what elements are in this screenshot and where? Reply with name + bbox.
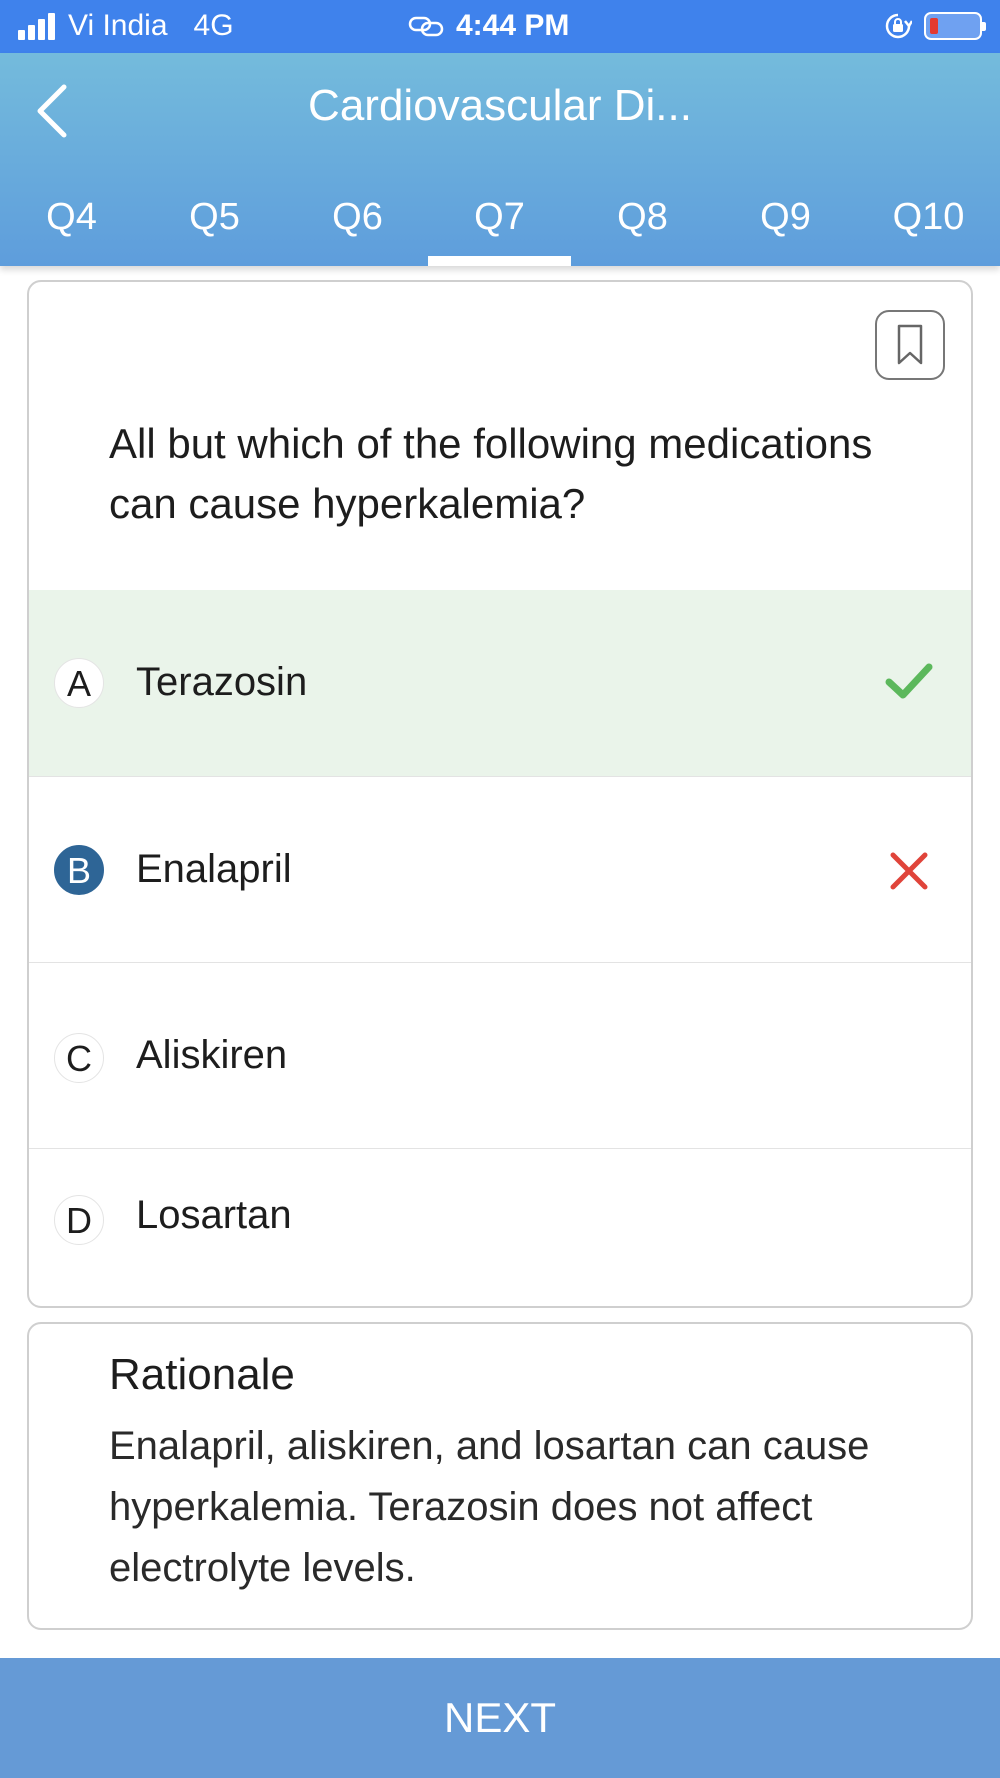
question-tabs: Q4 Q5 Q6 Q7 Q8 Q9 Q10 bbox=[0, 173, 1000, 266]
bookmark-button[interactable] bbox=[875, 310, 945, 380]
tab-label: Q5 bbox=[189, 196, 240, 238]
tab-label: Q6 bbox=[332, 196, 383, 238]
battery-icon bbox=[924, 12, 986, 40]
tab-label: Q9 bbox=[760, 196, 811, 238]
option-label: Terazosin bbox=[136, 660, 308, 704]
tab-label: Q10 bbox=[892, 196, 965, 238]
option-label: Losartan bbox=[136, 1193, 292, 1237]
tab-q9[interactable]: Q9 bbox=[714, 173, 857, 266]
option-b[interactable]: B Enalapril bbox=[29, 776, 971, 962]
network-type: 4G bbox=[193, 9, 234, 42]
tab-q7[interactable]: Q7 bbox=[428, 173, 571, 266]
option-label: Enalapril bbox=[136, 847, 292, 891]
header: Cardiovascular Di... Q4 Q5 Q6 Q7 Q8 Q9 Q… bbox=[0, 53, 1000, 266]
active-tab-indicator bbox=[428, 256, 571, 266]
option-c[interactable]: C Aliskiren bbox=[29, 962, 971, 1148]
question-card: All but which of the following medicatio… bbox=[27, 280, 973, 1308]
check-icon bbox=[885, 663, 933, 699]
tab-label: Q8 bbox=[617, 196, 668, 238]
option-label: Aliskiren bbox=[136, 1033, 288, 1077]
link-icon bbox=[408, 16, 444, 37]
tab-q10[interactable]: Q10 bbox=[857, 173, 1000, 266]
battery-level bbox=[930, 18, 938, 34]
tab-label: Q4 bbox=[46, 196, 97, 238]
rationale-title: Rationale bbox=[109, 1350, 295, 1399]
carrier-name: Vi India bbox=[68, 9, 168, 42]
bookmark-icon bbox=[897, 324, 923, 365]
tab-q5[interactable]: Q5 bbox=[143, 173, 286, 266]
signal-icon bbox=[18, 12, 58, 40]
option-letter: B bbox=[54, 845, 104, 895]
cross-icon bbox=[890, 852, 928, 890]
rotation-lock-icon bbox=[885, 13, 912, 39]
rationale-body: Enalapril, aliskiren, and losartan can c… bbox=[109, 1424, 870, 1590]
tab-q8[interactable]: Q8 bbox=[571, 173, 714, 266]
option-letter: C bbox=[54, 1033, 104, 1083]
option-d[interactable]: D Losartan bbox=[29, 1148, 971, 1306]
status-left: Vi India 4G bbox=[18, 9, 234, 43]
option-a[interactable]: A Terazosin bbox=[29, 590, 971, 776]
status-bar: Vi India 4G 4:44 PM bbox=[0, 0, 1000, 53]
status-center: 4:44 PM bbox=[408, 9, 569, 43]
next-button[interactable]: NEXT bbox=[0, 1658, 1000, 1778]
option-letter: A bbox=[54, 658, 104, 708]
page-title: Cardiovascular Di... bbox=[308, 81, 692, 130]
rationale-card: Rationale Enalapril, aliskiren, and losa… bbox=[27, 1322, 973, 1630]
clock: 4:44 PM bbox=[456, 9, 570, 42]
tab-label: Q7 bbox=[474, 196, 525, 238]
status-right bbox=[884, 12, 986, 40]
question-text: All but which of the following medicatio… bbox=[109, 420, 873, 527]
option-letter: D bbox=[54, 1195, 104, 1245]
tab-q4[interactable]: Q4 bbox=[0, 173, 143, 266]
tab-q6[interactable]: Q6 bbox=[286, 173, 429, 266]
